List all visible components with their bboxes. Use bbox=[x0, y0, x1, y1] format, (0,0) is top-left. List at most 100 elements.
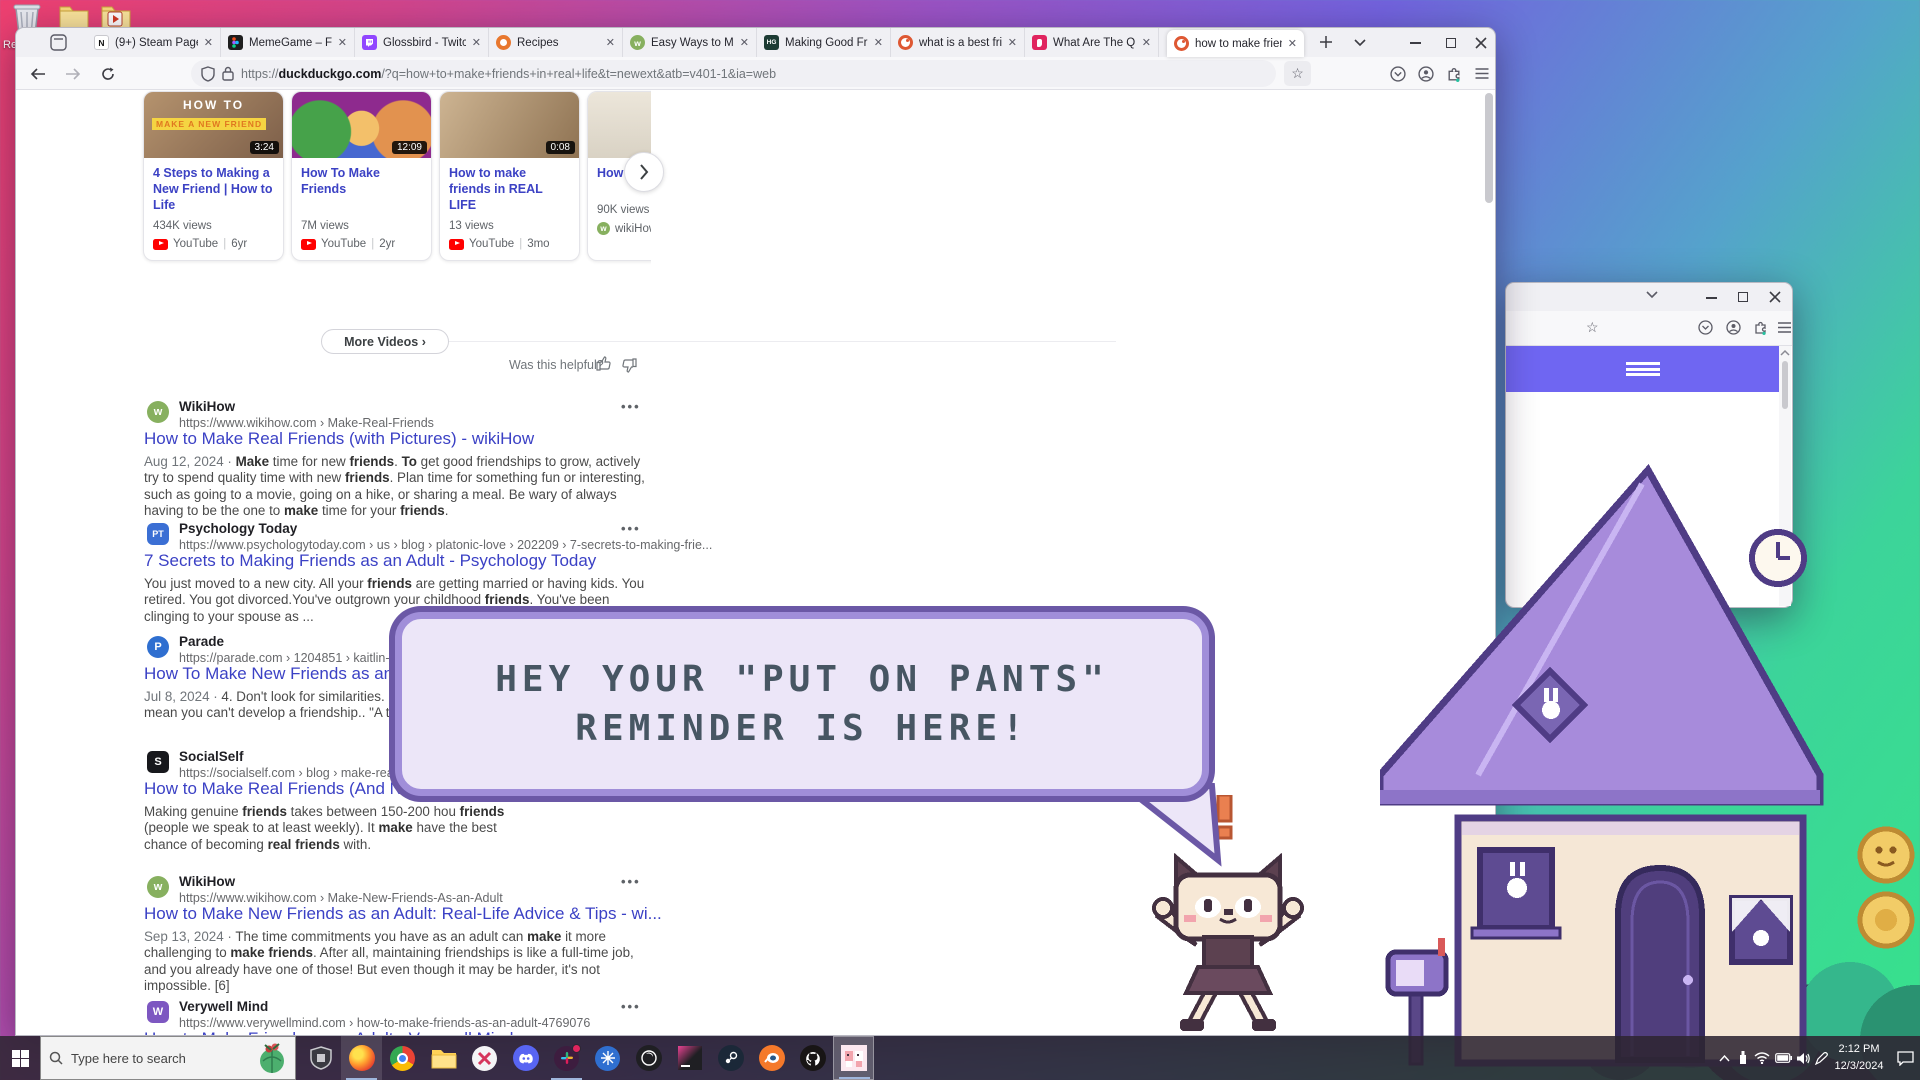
video-thumbnail[interactable]: 0:08 bbox=[440, 92, 579, 158]
account-icon[interactable] bbox=[1412, 61, 1439, 86]
tab-active-how-to-make-friends[interactable]: how to make friends in✕ bbox=[1167, 30, 1304, 57]
result-menu-icon[interactable]: ••• bbox=[621, 999, 641, 1014]
jetbrains-icon[interactable] bbox=[669, 1036, 710, 1080]
tracking-shield-icon[interactable] bbox=[201, 66, 215, 82]
url-bar[interactable]: https://duckduckgo.com/?q=how+to+make+fr… bbox=[191, 60, 1276, 87]
bookmark-star-icon[interactable]: ☆ bbox=[1284, 61, 1311, 86]
menu-hamburger-icon[interactable] bbox=[1778, 322, 1791, 333]
tab-close-icon[interactable]: ✕ bbox=[204, 36, 213, 49]
menu-hamburger-icon[interactable] bbox=[1468, 61, 1495, 86]
video-title[interactable]: 4 Steps to Making a New Friend | How to … bbox=[144, 158, 283, 213]
result-site[interactable]: SocialSelf bbox=[179, 749, 244, 764]
video-card[interactable]: 0:08 How to make friends in REAL LIFE 13… bbox=[439, 91, 580, 261]
github-icon[interactable] bbox=[792, 1036, 833, 1080]
obs-icon[interactable] bbox=[628, 1036, 669, 1080]
news-widget-icon[interactable] bbox=[257, 1041, 287, 1075]
pocket-icon[interactable] bbox=[1698, 320, 1713, 335]
forward-icon[interactable] bbox=[59, 61, 86, 86]
result-title[interactable]: How to Make Friends as an Adult - Verywe… bbox=[144, 1029, 513, 1035]
video-title[interactable]: How To Make Friends bbox=[292, 158, 431, 197]
page-hamburger-icon[interactable] bbox=[1626, 360, 1660, 379]
folder-icon[interactable] bbox=[58, 2, 90, 30]
discord-icon[interactable] bbox=[505, 1036, 546, 1080]
close-icon[interactable] bbox=[1769, 291, 1781, 303]
result-site[interactable]: Parade bbox=[179, 634, 224, 649]
tab-memegame-figma[interactable]: MemeGame – Figma✕ bbox=[221, 28, 355, 57]
tab-close-icon[interactable]: ✕ bbox=[1142, 36, 1151, 49]
tab-steam-page-notes[interactable]: N (9+) Steam Page Notes✕ bbox=[87, 28, 221, 57]
blender-icon[interactable] bbox=[751, 1036, 792, 1080]
gog-shield-icon[interactable] bbox=[300, 1036, 341, 1080]
page-scrollbar[interactable] bbox=[1485, 93, 1493, 203]
taskbar-search-input[interactable]: Type here to search bbox=[40, 1036, 296, 1080]
result-menu-icon[interactable]: ••• bbox=[621, 874, 641, 889]
maximize-icon[interactable] bbox=[1435, 29, 1467, 56]
tab-list-chevron-icon[interactable] bbox=[1646, 291, 1658, 299]
result-url[interactable]: https://www.wikihow.com › Make-Real-Frie… bbox=[179, 416, 434, 430]
video-thumbnail[interactable]: HOW TO MAKE A NEW FRIEND 3:24 bbox=[144, 92, 283, 158]
notifications-icon[interactable] bbox=[1893, 1036, 1917, 1080]
extensions-puzzle-icon[interactable] bbox=[1440, 61, 1467, 86]
reload-icon[interactable] bbox=[94, 61, 121, 86]
start-button[interactable] bbox=[0, 1036, 41, 1080]
more-videos-button[interactable]: More Videos › bbox=[321, 329, 449, 354]
file-explorer-icon[interactable] bbox=[423, 1036, 464, 1080]
result-title[interactable]: How to Make Real Friends (And Not bbox=[144, 779, 416, 799]
videos-next-button[interactable] bbox=[624, 152, 664, 192]
tab-close-icon[interactable]: ✕ bbox=[1008, 36, 1017, 49]
tab-list-chevron-icon[interactable] bbox=[1354, 39, 1366, 47]
wifi-icon[interactable] bbox=[1752, 1036, 1772, 1080]
new-tab-icon[interactable] bbox=[1319, 35, 1333, 49]
tab-close-icon[interactable]: ✕ bbox=[1288, 37, 1297, 50]
back-icon[interactable] bbox=[24, 61, 51, 86]
volume-icon[interactable] bbox=[1794, 1036, 1814, 1080]
tab-close-icon[interactable]: ✕ bbox=[606, 36, 615, 49]
pixel-pet-app-icon[interactable] bbox=[833, 1036, 874, 1080]
firefox-icon[interactable] bbox=[341, 1036, 382, 1080]
tray-chevron-up-icon[interactable] bbox=[1714, 1036, 1734, 1080]
result-site[interactable]: WikiHow bbox=[179, 399, 235, 414]
minimize-icon[interactable] bbox=[1399, 29, 1431, 56]
chrome-icon[interactable] bbox=[382, 1036, 423, 1080]
slack-icon[interactable] bbox=[546, 1036, 587, 1080]
video-thumbnail[interactable]: 12:09 bbox=[292, 92, 431, 158]
firefox-view-icon[interactable] bbox=[50, 34, 67, 51]
tray-clock[interactable]: 2:12 PM 12/3/2024 bbox=[1828, 1041, 1890, 1074]
thumbs-down-icon[interactable] bbox=[622, 358, 637, 373]
extensions-puzzle-icon[interactable] bbox=[1753, 320, 1768, 335]
result-site[interactable]: Psychology Today bbox=[179, 521, 297, 536]
tab-close-icon[interactable]: ✕ bbox=[740, 36, 749, 49]
video-thumbnail[interactable] bbox=[588, 92, 651, 158]
tab-easy-ways-make-friends[interactable]: w Easy Ways to Make Frie✕ bbox=[623, 28, 757, 57]
result-site[interactable]: Verywell Mind bbox=[179, 999, 268, 1014]
result-title[interactable]: How to Make New Friends as an Adult: Rea… bbox=[144, 904, 662, 924]
steam-icon[interactable] bbox=[710, 1036, 751, 1080]
video-card[interactable]: HOW TO MAKE A NEW FRIEND 3:24 4 Steps to… bbox=[143, 91, 284, 261]
result-url[interactable]: https://www.verywellmind.com › how-to-ma… bbox=[179, 1016, 590, 1030]
result-title[interactable]: How to Make Real Friends (with Pictures)… bbox=[144, 429, 534, 449]
paint-tool-icon[interactable] bbox=[464, 1036, 505, 1080]
thumbs-up-icon[interactable] bbox=[596, 356, 611, 371]
minimize-icon[interactable] bbox=[1706, 297, 1717, 299]
tab-close-icon[interactable]: ✕ bbox=[472, 36, 481, 49]
video-card[interactable]: 12:09 How To Make Friends 7M views YouTu… bbox=[291, 91, 432, 261]
folder-media-icon[interactable] bbox=[100, 2, 132, 30]
result-menu-icon[interactable]: ••• bbox=[621, 399, 641, 414]
usb-icon[interactable] bbox=[1734, 1036, 1752, 1080]
maximize-icon[interactable] bbox=[1738, 292, 1748, 302]
tab-recipes[interactable]: Recipes✕ bbox=[489, 28, 623, 57]
result-site[interactable]: WikiHow bbox=[179, 874, 235, 889]
snowflake-app-icon[interactable] bbox=[587, 1036, 628, 1080]
tab-making-good-friends[interactable]: HG Making Good Friends -✕ bbox=[757, 28, 891, 57]
battery-icon[interactable] bbox=[1772, 1036, 1794, 1080]
tab-glossbird-twitch[interactable]: Glossbird - Twitch✕ bbox=[355, 28, 489, 57]
result-title[interactable]: 7 Secrets to Making Friends as an Adult … bbox=[144, 551, 596, 571]
tab-close-icon[interactable]: ✕ bbox=[338, 36, 347, 49]
result-menu-icon[interactable]: ••• bbox=[621, 521, 641, 536]
close-icon[interactable] bbox=[1465, 29, 1497, 56]
tab-close-icon[interactable]: ✕ bbox=[874, 36, 883, 49]
bookmark-star-icon[interactable]: ☆ bbox=[1586, 319, 1599, 336]
result-url[interactable]: https://www.wikihow.com › Make-New-Frien… bbox=[179, 891, 503, 905]
pocket-icon[interactable] bbox=[1384, 61, 1411, 86]
tab-what-are-qualities[interactable]: What Are The Qualities✕ bbox=[1025, 28, 1159, 57]
